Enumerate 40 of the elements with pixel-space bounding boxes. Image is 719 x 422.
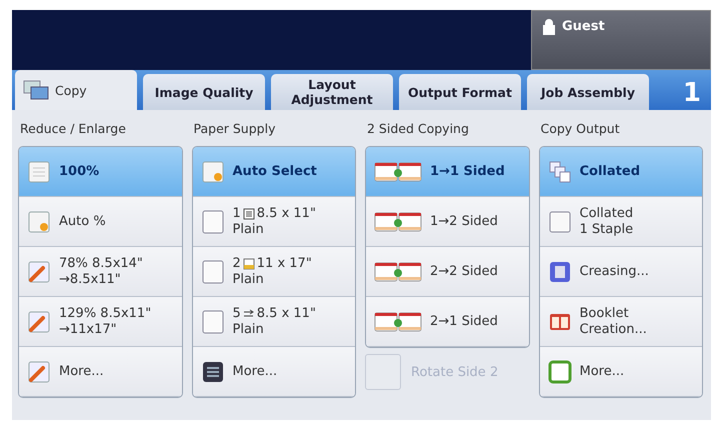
user-name: Guest <box>562 19 605 34</box>
user-panel[interactable]: Guest <box>531 10 711 70</box>
option-button[interactable]: Collated 1 Staple <box>540 197 702 247</box>
paper-icon <box>200 210 224 234</box>
option-button[interactable]: More... <box>192 347 355 397</box>
two-pages-icon <box>374 160 422 184</box>
column-title: Reduce / Enlarge <box>19 120 127 138</box>
option-button[interactable]: 5 8.5 x 11" Plain <box>192 297 355 347</box>
option-button[interactable]: Booklet Creation... <box>540 297 702 347</box>
column-title: Copy Output <box>540 120 621 138</box>
option-button[interactable]: 2→2 Sided <box>366 247 528 297</box>
paper-icon <box>200 310 224 334</box>
paper-icon <box>200 260 224 284</box>
option-button[interactable]: 1 8.5 x 11" Plain <box>192 197 355 247</box>
stacked-pages-icon <box>548 160 572 184</box>
column-title: 2 Sided Copying <box>366 120 470 138</box>
option-button[interactable]: 78% 8.5x14" →8.5x11" <box>19 247 182 297</box>
option-button[interactable]: 1→1 Sided <box>366 147 528 197</box>
option-button[interactable]: Auto % <box>19 197 182 247</box>
list-icon <box>200 360 224 384</box>
option-button[interactable]: 1→2 Sided <box>366 197 528 247</box>
two-pages-icon <box>374 310 422 334</box>
option-button[interactable]: 2→1 Sided <box>366 297 528 347</box>
column-title: Paper Supply <box>192 120 276 138</box>
option-button[interactable]: More... <box>19 347 182 397</box>
option-button[interactable]: Creasing... <box>540 247 702 297</box>
two-pages-icon <box>374 210 422 234</box>
option-button[interactable]: 129% 8.5x11" →11x17" <box>19 297 182 347</box>
two-pages-icon <box>374 260 422 284</box>
tab[interactable]: Layout Adjustment <box>271 74 393 110</box>
option-button[interactable]: Auto Select <box>192 147 355 197</box>
option-button[interactable]: 100% <box>19 147 182 197</box>
tab[interactable]: Copy <box>15 70 137 110</box>
option-button[interactable]: 2 11 x 17" Plain <box>192 247 355 297</box>
option-button[interactable]: Collated <box>540 147 702 197</box>
tab[interactable]: Job Assembly <box>527 74 649 110</box>
tab[interactable]: Output Format <box>399 74 521 110</box>
tab[interactable]: Image Quality <box>143 74 265 110</box>
page-number: 1 <box>682 78 702 108</box>
option-button[interactable]: More... <box>540 347 702 397</box>
